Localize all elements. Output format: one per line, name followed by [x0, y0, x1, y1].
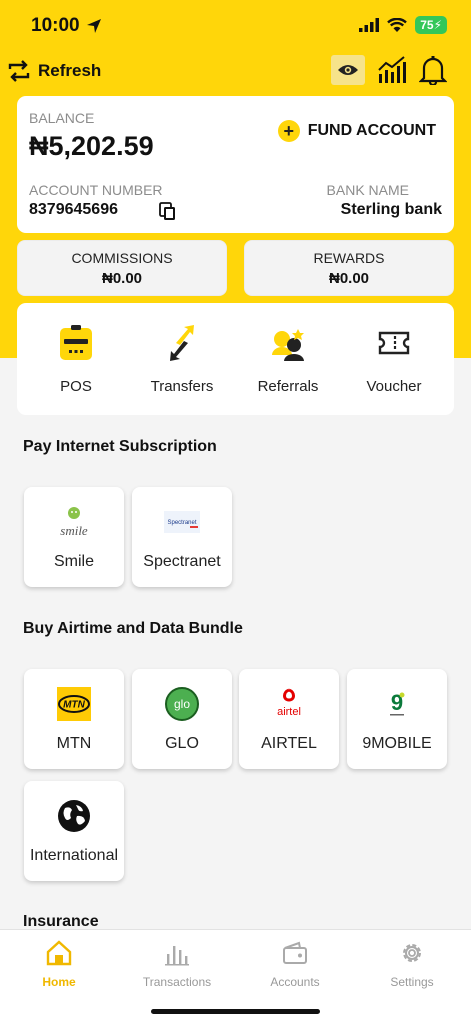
service-referrals[interactable]: Referrals: [238, 323, 338, 395]
tab-transactions[interactable]: Transactions: [118, 940, 236, 989]
glo-logo-icon: glo: [165, 687, 199, 721]
fund-account-button[interactable]: + FUND ACCOUNT: [277, 120, 436, 142]
status-icons: 75⚡: [359, 16, 447, 34]
transfer-arrows-icon: [170, 325, 194, 361]
commissions-label: COMMISSIONS: [71, 250, 173, 266]
eye-icon: [338, 65, 358, 75]
airtime-glo-tile[interactable]: glo GLO: [132, 669, 232, 769]
wifi-icon: [387, 17, 408, 32]
location-arrow-icon: [86, 19, 101, 33]
smile-logo-icon: smile: [60, 507, 88, 538]
bank-name-label: BANK NAME: [326, 182, 409, 198]
wallet-icon: [283, 941, 307, 964]
airtime-section-title: Buy Airtime and Data Bundle: [23, 620, 243, 637]
signal-icon: [359, 18, 380, 32]
header-actions: [331, 55, 447, 85]
internet-spectranet-tile[interactable]: Spectranet Spectranet: [132, 487, 232, 587]
analytics-chart-icon[interactable]: [377, 56, 407, 84]
spectranet-logo-icon: Spectranet: [164, 511, 200, 533]
services-card: POS Transfers Referrals Voucher: [17, 303, 454, 415]
smile-logo-text: smile: [60, 523, 88, 538]
mtn-logo-text: MTN: [63, 700, 85, 711]
top-header: Refresh: [0, 55, 471, 93]
plus-icon: +: [277, 120, 300, 142]
service-transfers[interactable]: Transfers: [132, 323, 232, 395]
bell-icon[interactable]: [419, 55, 447, 85]
home-icon: [46, 940, 72, 966]
rewards-value: ₦0.00: [328, 270, 370, 287]
gear-icon: [403, 944, 421, 962]
airtime-mtn-tile[interactable]: MTN MTN: [24, 669, 124, 769]
voucher-ticket-icon: [378, 331, 410, 355]
copy-icon[interactable]: [159, 202, 177, 222]
refresh-button[interactable]: Refresh: [6, 59, 101, 83]
rewards-card[interactable]: REWARDS ₦0.00: [244, 240, 454, 296]
tab-accounts[interactable]: Accounts: [236, 940, 354, 989]
bar-chart-icon: [165, 946, 189, 966]
balance-card: BALANCE ₦5,202.59 + FUND ACCOUNT ACCOUNT…: [17, 96, 454, 233]
airtime-airtel-tile[interactable]: airtel AIRTEL: [239, 669, 339, 769]
service-pos[interactable]: POS: [26, 323, 126, 395]
commissions-value: ₦0.00: [101, 270, 143, 287]
toggle-balance-visibility-button[interactable]: [331, 55, 365, 85]
battery-indicator: 75⚡: [415, 16, 447, 34]
tab-settings[interactable]: Settings: [353, 940, 471, 989]
airtel-logo-icon: airtel: [277, 688, 301, 718]
pos-terminal-icon: [60, 325, 92, 360]
tab-home[interactable]: Home: [0, 940, 118, 989]
rewards-label: REWARDS: [313, 250, 385, 266]
airtel-logo-text: airtel: [277, 706, 301, 718]
account-number: 8379645696: [29, 201, 118, 218]
balance-label: BALANCE: [29, 110, 95, 126]
balance-amount: ₦5,202.59: [29, 131, 154, 161]
refresh-icon: [8, 60, 30, 82]
spectranet-logo-text: Spectranet: [167, 520, 196, 526]
glo-logo-text: glo: [174, 697, 190, 711]
bank-name: Sterling bank: [340, 201, 442, 218]
commissions-card[interactable]: COMMISSIONS ₦0.00: [17, 240, 227, 296]
mtn-logo-icon: MTN: [57, 687, 91, 721]
account-number-label: ACCOUNT NUMBER: [29, 182, 163, 198]
status-bar: 10:00 75⚡: [0, 0, 471, 52]
airtime-international-tile[interactable]: International: [24, 781, 124, 881]
status-time: 10:00: [31, 15, 102, 37]
home-indicator: [151, 1009, 320, 1014]
globe-icon: [58, 800, 90, 832]
9mobile-logo-icon: 9: [390, 690, 405, 716]
internet-section-title: Pay Internet Subscription: [23, 438, 217, 455]
internet-smile-tile[interactable]: smile Smile: [24, 487, 124, 587]
service-voucher[interactable]: Voucher: [344, 323, 444, 395]
referrals-people-icon: [272, 329, 304, 361]
airtime-9mobile-tile[interactable]: 9 9MOBILE: [347, 669, 447, 769]
